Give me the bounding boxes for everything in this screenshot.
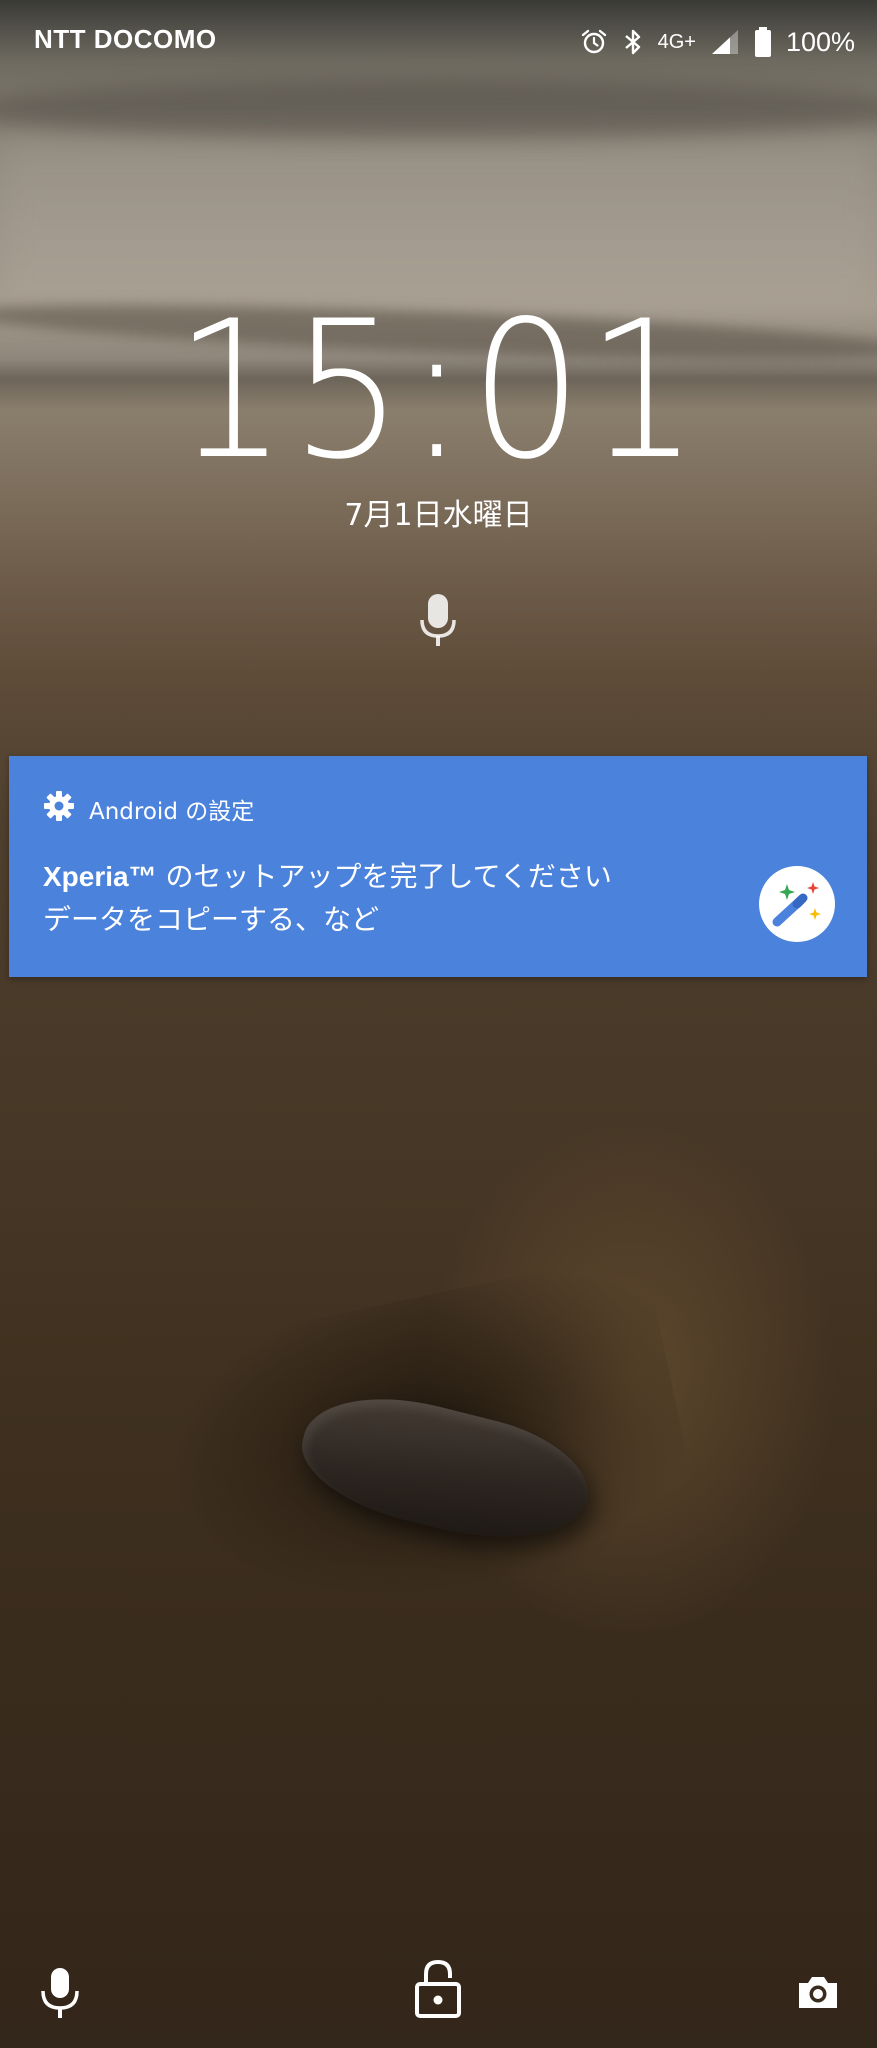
lock-date: 7月1日水曜日 bbox=[344, 498, 533, 533]
battery-percentage: 100% bbox=[785, 26, 855, 57]
alarm-icon bbox=[580, 28, 608, 56]
camera-icon[interactable] bbox=[796, 1973, 840, 2015]
lock-icon[interactable] bbox=[412, 1958, 464, 2024]
status-icons: 4G+ 100% bbox=[580, 22, 855, 62]
lock-clock: 15:01 bbox=[174, 280, 703, 501]
status-bar[interactable]: NTT DOCOMO 4G+ 100% bbox=[0, 0, 877, 84]
notification-title: Xperia™ のセットアップを完了してください bbox=[43, 855, 612, 895]
signal-icon bbox=[710, 28, 740, 56]
notification-title-brand: Xperia™ bbox=[43, 861, 157, 892]
notification-text: データをコピーする、など bbox=[43, 903, 380, 936]
bluetooth-icon bbox=[622, 27, 644, 57]
notification-title-text: のセットアップを完了してください bbox=[156, 860, 612, 893]
microphone-icon[interactable] bbox=[38, 1966, 82, 2026]
lock-screen: NTT DOCOMO 4G+ 100% 15:01 7月1日水曜日 Androi… bbox=[0, 0, 877, 2048]
battery-icon bbox=[754, 27, 772, 57]
network-type: 4G+ bbox=[657, 30, 696, 53]
voice-hint-microphone-icon[interactable] bbox=[418, 592, 458, 654]
gear-icon bbox=[43, 790, 75, 828]
wallpaper-wave bbox=[0, 80, 877, 140]
notification-card[interactable]: Android の設定 Xperia™ のセットアップを完了してください データ… bbox=[9, 756, 867, 977]
notification-header: Android の設定 bbox=[43, 790, 254, 828]
magic-wand-icon bbox=[759, 866, 835, 942]
carrier-name: NTT DOCOMO bbox=[34, 24, 217, 54]
notification-app-name: Android の設定 bbox=[89, 799, 255, 825]
